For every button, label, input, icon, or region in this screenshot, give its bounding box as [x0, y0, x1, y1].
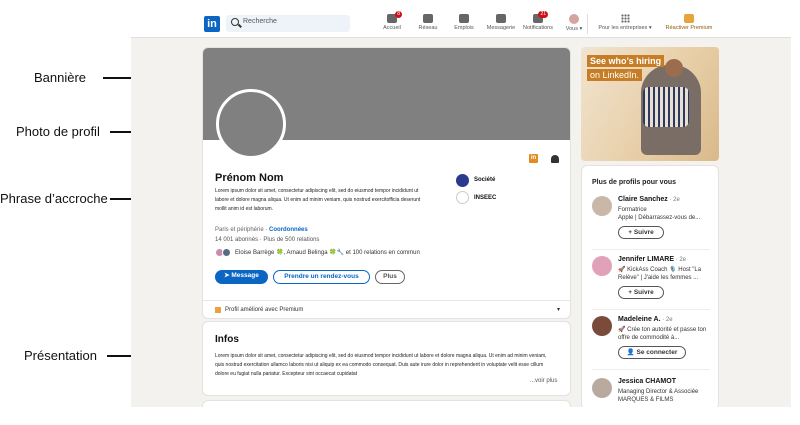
- connect-button[interactable]: 👤 Se connecter: [618, 346, 686, 359]
- briefcase-icon: [459, 14, 469, 23]
- infos-text: Lorem ipsum dolor sit amet, consectetur …: [215, 353, 547, 377]
- nav-messagerie[interactable]: Messagerie: [484, 14, 518, 31]
- people-header: Plus de profils pour vous: [592, 179, 677, 186]
- nav-reseau[interactable]: Réseau: [411, 14, 445, 31]
- meeting-button[interactable]: Prendre un rendez-vous: [273, 270, 370, 284]
- follow-button[interactable]: + Suivre: [618, 226, 664, 239]
- nav-entreprises[interactable]: Pour les entreprises ▾: [594, 14, 656, 31]
- bell-icon: 21: [533, 11, 548, 23]
- follow-button[interactable]: + Suivre: [618, 286, 664, 299]
- see-more-link[interactable]: ...voir plus: [530, 378, 557, 384]
- nav-divider: [587, 14, 588, 34]
- message-icon: [496, 14, 506, 23]
- annotation-banniere: Bannière: [34, 70, 87, 85]
- divider: [592, 309, 710, 310]
- profile-connections[interactable]: 14 001 abonnés · Plus de 500 relations: [215, 237, 319, 243]
- school-logo[interactable]: [456, 191, 469, 204]
- ad-shirt-image: [643, 87, 689, 127]
- nav-vous[interactable]: Vous ▾: [557, 14, 591, 32]
- search-placeholder: Recherche: [243, 18, 277, 25]
- avatar[interactable]: [592, 378, 612, 398]
- home-icon: 8: [387, 11, 402, 23]
- search-input[interactable]: Recherche: [226, 15, 350, 32]
- annotation-presentation: Présentation: [24, 348, 97, 363]
- ad-caption-line2: on LinkedIn.: [587, 69, 643, 81]
- avatar[interactable]: [592, 196, 612, 216]
- divider: [592, 249, 710, 250]
- linkedin-logo[interactable]: in: [204, 16, 220, 32]
- nav-emplois[interactable]: Emplois: [447, 14, 481, 31]
- profile-photo[interactable]: [216, 89, 286, 159]
- ad-head-image: [665, 59, 683, 77]
- infos-card: Infos Lorem ipsum dolor sit amet, consec…: [202, 321, 571, 396]
- search-icon: [231, 18, 239, 26]
- profile-card: in Prénom Nom Lorem ipsum dolor sit amet…: [202, 47, 571, 319]
- premium-bar[interactable]: Profil amélioré avec Premium ▾: [203, 300, 570, 318]
- linkedin-app: in Recherche 8 Accueil Réseau Emplois Me…: [131, 10, 791, 407]
- divider: [592, 369, 710, 370]
- nav-accueil[interactable]: 8 Accueil: [375, 11, 409, 31]
- annotation-photo: Photo de profil: [16, 124, 100, 139]
- avatar[interactable]: [592, 256, 612, 276]
- annotation-phrase: Phrase d’accroche: [0, 191, 108, 206]
- profile-headline: Lorem ipsum dolor sit amet, consectetur …: [215, 188, 421, 212]
- school-name[interactable]: INSEEC: [474, 195, 496, 201]
- network-icon: [423, 14, 433, 23]
- next-section-card: [202, 400, 571, 407]
- ad-caption-line1: See who’s hiring: [587, 55, 665, 67]
- infos-title: Infos: [215, 334, 239, 345]
- premium-icon: [215, 307, 221, 313]
- people-suggestions: Plus de profils pour vous Claire Sanchez…: [581, 165, 719, 407]
- ad-banner[interactable]: See who’s hiring on LinkedIn.: [581, 47, 719, 161]
- chevron-down-icon: ▾: [556, 307, 560, 313]
- notification-bell-icon[interactable]: [551, 155, 559, 163]
- grid-icon: [620, 14, 630, 23]
- message-button[interactable]: ➤ Message: [215, 270, 268, 284]
- contact-info-link[interactable]: Coordonnées: [269, 227, 308, 233]
- company-name[interactable]: Société: [474, 177, 495, 183]
- nav-notifications[interactable]: 21 Notifications: [521, 11, 555, 31]
- top-nav: in Recherche 8 Accueil Réseau Emplois Me…: [131, 10, 791, 38]
- more-button[interactable]: Plus: [375, 270, 405, 284]
- annotated-screenshot: Bannière Photo de profil Phrase d’accroc…: [0, 0, 800, 425]
- premium-icon: [684, 14, 694, 23]
- linkedin-badge-icon[interactable]: in: [529, 154, 538, 163]
- profile-name: Prénom Nom: [215, 172, 284, 184]
- mutual-avatar: [222, 248, 231, 257]
- avatar[interactable]: [592, 316, 612, 336]
- nav-premium[interactable]: Réactiver Premium: [659, 14, 719, 31]
- avatar-icon: [569, 14, 579, 24]
- profile-location: Paris et périphérie · Coordonnées: [215, 227, 308, 233]
- company-logo[interactable]: [456, 174, 469, 187]
- mutual-connections[interactable]: Eloise Barrège 🍀, Arnaud Belinga 🍀🔧 et 1…: [235, 249, 420, 256]
